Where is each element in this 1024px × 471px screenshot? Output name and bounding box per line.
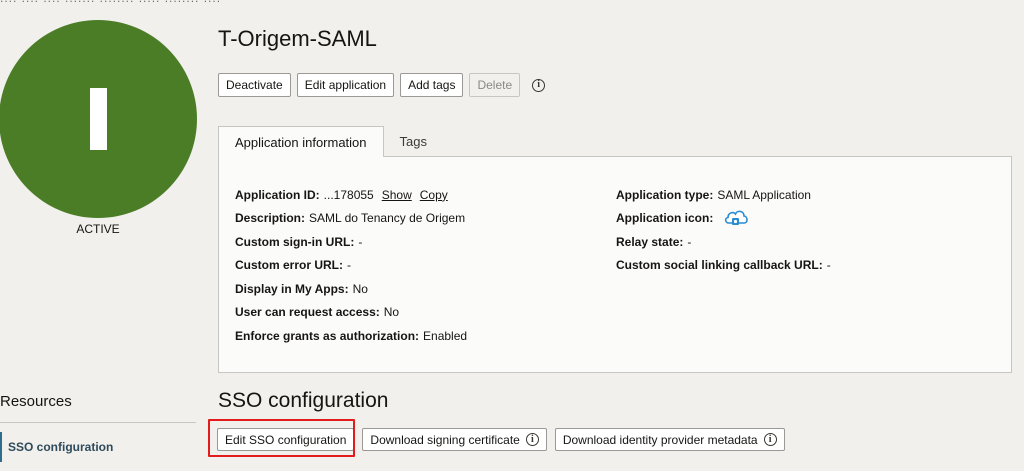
- info-value: SAML do Tenancy de Origem: [309, 211, 466, 226]
- info-column-left: Application ID: ...178055 Show Copy Desc…: [235, 183, 467, 348]
- info-row-user-can-request-access: User can request access: No: [235, 301, 467, 325]
- action-bar: Deactivate Edit application Add tags Del…: [218, 73, 546, 97]
- info-row-display-in-my-apps: Display in My Apps: No: [235, 277, 467, 301]
- tab-tags[interactable]: Tags: [384, 126, 443, 156]
- cloud-app-icon: [723, 208, 749, 228]
- info-value: No: [383, 305, 400, 320]
- application-info-panel: Application ID: ...178055 Show Copy Desc…: [218, 156, 1012, 373]
- download-signing-certificate-button[interactable]: Download signing certificate i: [362, 428, 547, 451]
- show-link[interactable]: Show: [382, 188, 412, 202]
- breadcrumb: .... .... .... ....... ........ ..... ..…: [0, 0, 460, 4]
- info-value: -: [358, 234, 363, 249]
- info-row-relay-state: Relay state: -: [616, 230, 831, 254]
- info-row-description: Description: SAML do Tenancy de Origem: [235, 207, 467, 231]
- info-label: Custom error URL:: [235, 258, 344, 273]
- copy-link[interactable]: Copy: [420, 188, 448, 202]
- delete-button: Delete: [469, 73, 521, 97]
- info-value: -: [826, 258, 831, 273]
- page-title: T-Origem-SAML: [218, 26, 377, 51]
- info-label: Application ID:: [235, 187, 320, 202]
- status-label: ACTIVE: [76, 222, 120, 236]
- info-column-right: Application type: SAML Application Appli…: [616, 183, 831, 277]
- info-value: -: [687, 234, 692, 249]
- deactivate-button[interactable]: Deactivate: [218, 73, 291, 97]
- info-label: Display in My Apps:: [235, 281, 349, 296]
- info-label: Application icon:: [616, 211, 714, 226]
- info-label: User can request access:: [235, 305, 380, 320]
- app-avatar: [0, 20, 197, 218]
- info-value: -: [347, 258, 352, 273]
- info-value: SAML Application: [717, 187, 811, 202]
- info-label: Enforce grants as authorization:: [235, 328, 420, 343]
- info-icon: i: [525, 433, 539, 446]
- info-row-application-type: Application type: SAML Application: [616, 183, 831, 207]
- info-label: Application type:: [616, 187, 714, 202]
- info-row-custom-error-url: Custom error URL: -: [235, 254, 467, 278]
- info-value: No: [352, 281, 368, 296]
- info-value: ...178055: [323, 187, 374, 202]
- info-icon: i: [763, 433, 777, 446]
- section-title: SSO configuration: [218, 389, 389, 412]
- download-idp-metadata-button[interactable]: Download identity provider metadata i: [554, 428, 785, 451]
- info-row-custom-social-linking-url: Custom social linking callback URL: -: [616, 254, 831, 278]
- info-label: Relay state:: [616, 234, 684, 249]
- tab-bar: Application information Tags: [218, 126, 443, 157]
- info-row-custom-sign-in-url: Custom sign-in URL: -: [235, 230, 467, 254]
- info-row-enforce-grants: Enforce grants as authorization: Enabled: [235, 324, 467, 348]
- resources-heading: Resources: [0, 393, 72, 410]
- info-icon[interactable]: i: [532, 78, 546, 92]
- info-row-application-icon: Application icon:: [616, 207, 831, 231]
- info-label: Custom social linking callback URL:: [616, 258, 823, 273]
- tab-application-information[interactable]: Application information: [218, 126, 384, 157]
- edit-application-button[interactable]: Edit application: [296, 73, 395, 97]
- divider: [0, 422, 196, 423]
- info-label: Custom sign-in URL:: [235, 234, 355, 249]
- info-row-application-id: Application ID: ...178055 Show Copy: [235, 183, 467, 207]
- button-label: Download identity provider metadata: [562, 432, 758, 447]
- edit-sso-configuration-button[interactable]: Edit SSO configuration: [217, 428, 355, 451]
- info-value: Enabled: [423, 328, 468, 343]
- resource-item-sso-configuration[interactable]: SSO configuration: [0, 432, 196, 462]
- avatar-letter: [89, 88, 107, 150]
- sso-action-bar: Edit SSO configuration Download signing …: [217, 428, 785, 451]
- add-tags-button[interactable]: Add tags: [400, 73, 464, 97]
- info-label: Description:: [235, 211, 306, 226]
- button-label: Download signing certificate: [370, 432, 520, 447]
